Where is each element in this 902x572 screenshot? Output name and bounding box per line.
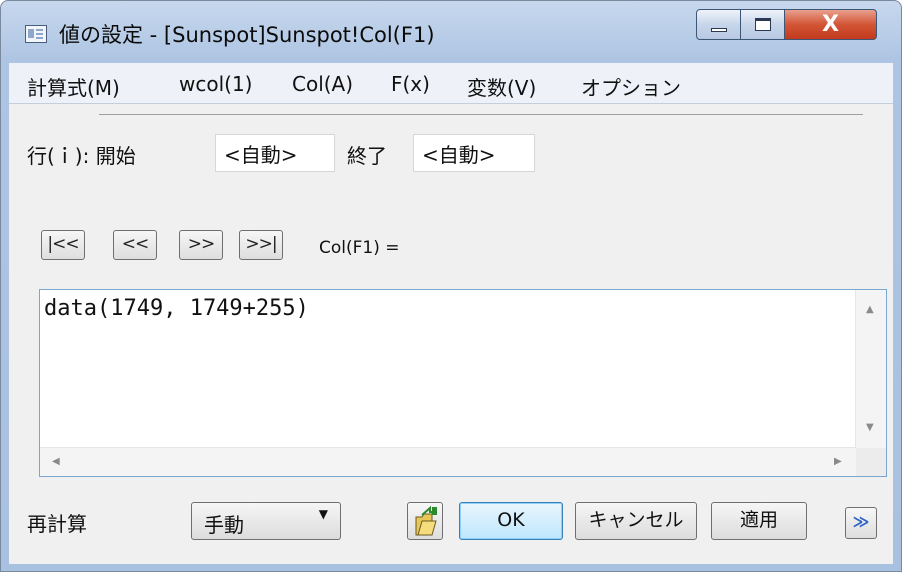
separator xyxy=(99,114,863,115)
vertical-scrollbar[interactable]: ▲ ▼ xyxy=(855,290,886,448)
ok-button[interactable]: OK xyxy=(459,502,563,540)
minimize-icon xyxy=(710,27,727,32)
app-icon[interactable] xyxy=(25,25,47,43)
minimize-button[interactable] xyxy=(696,9,741,40)
column-formula-label: Col(F1) = xyxy=(319,238,400,258)
menu-variables[interactable]: 変数(V) xyxy=(467,72,536,101)
scroll-right-icon[interactable]: ▶ xyxy=(834,456,842,467)
recalculate-mode-select[interactable]: 手動 ▼ xyxy=(191,502,341,540)
row-range-label: 行(ｉ): 開始 xyxy=(27,144,136,168)
maximize-button[interactable] xyxy=(740,9,785,40)
maximize-icon xyxy=(754,18,771,31)
close-icon: X xyxy=(822,12,839,37)
row-end-label: 終了 xyxy=(347,144,387,168)
menu-wcol[interactable]: wcol(1) xyxy=(179,72,252,96)
formula-text[interactable]: data(1749, 1749+255) xyxy=(44,296,309,321)
scroll-down-icon[interactable]: ▼ xyxy=(866,422,874,433)
dropdown-arrow-icon: ▼ xyxy=(318,507,328,521)
horizontal-scrollbar[interactable]: ◀ ▶ xyxy=(40,447,856,476)
row-start-field[interactable]: <自動> xyxy=(215,134,335,172)
last-column-button[interactable]: >>| xyxy=(239,230,283,260)
open-formula-button[interactable] xyxy=(407,502,443,540)
previous-column-button[interactable]: << xyxy=(113,230,157,260)
menu-options[interactable]: オプション xyxy=(581,72,681,101)
cancel-button[interactable]: キャンセル xyxy=(575,502,697,540)
recalculate-label: 再計算 xyxy=(27,512,87,536)
dialog-body: 行(ｉ): 開始 <自動> 終了 <自動> |<< << >> >>| Col(… xyxy=(9,104,893,564)
recalculate-mode-value: 手動 xyxy=(204,513,244,537)
expand-button[interactable]: ≫ xyxy=(845,507,877,539)
first-column-button[interactable]: |<< xyxy=(41,230,85,260)
scroll-left-icon[interactable]: ◀ xyxy=(52,456,60,467)
window-title: 値の設定 - [Sunspot]Sunspot!Col(F1) xyxy=(59,23,435,47)
menu-bar: 計算式(M) wcol(1) Col(A) F(x) 変数(V) オプション xyxy=(9,63,893,104)
menu-fx[interactable]: F(x) xyxy=(391,72,430,96)
chevron-down-icon: ≫ xyxy=(852,512,870,531)
apply-button[interactable]: 適用 xyxy=(711,502,807,540)
formula-editor[interactable]: data(1749, 1749+255) ▲ ▼ ◀ ▶ xyxy=(39,289,887,477)
set-values-dialog: 値の設定 - [Sunspot]Sunspot!Col(F1) X 計算式(M)… xyxy=(0,0,902,572)
folder-arrow-icon xyxy=(415,505,437,536)
close-button[interactable]: X xyxy=(784,9,877,40)
next-column-button[interactable]: >> xyxy=(179,230,223,260)
menu-formula[interactable]: 計算式(M) xyxy=(27,72,120,101)
menu-col[interactable]: Col(A) xyxy=(292,72,353,96)
title-bar[interactable]: 値の設定 - [Sunspot]Sunspot!Col(F1) X xyxy=(1,1,901,55)
scroll-up-icon[interactable]: ▲ xyxy=(866,304,874,315)
scrollbar-corner xyxy=(856,448,886,476)
row-end-field[interactable]: <自動> xyxy=(413,134,535,172)
